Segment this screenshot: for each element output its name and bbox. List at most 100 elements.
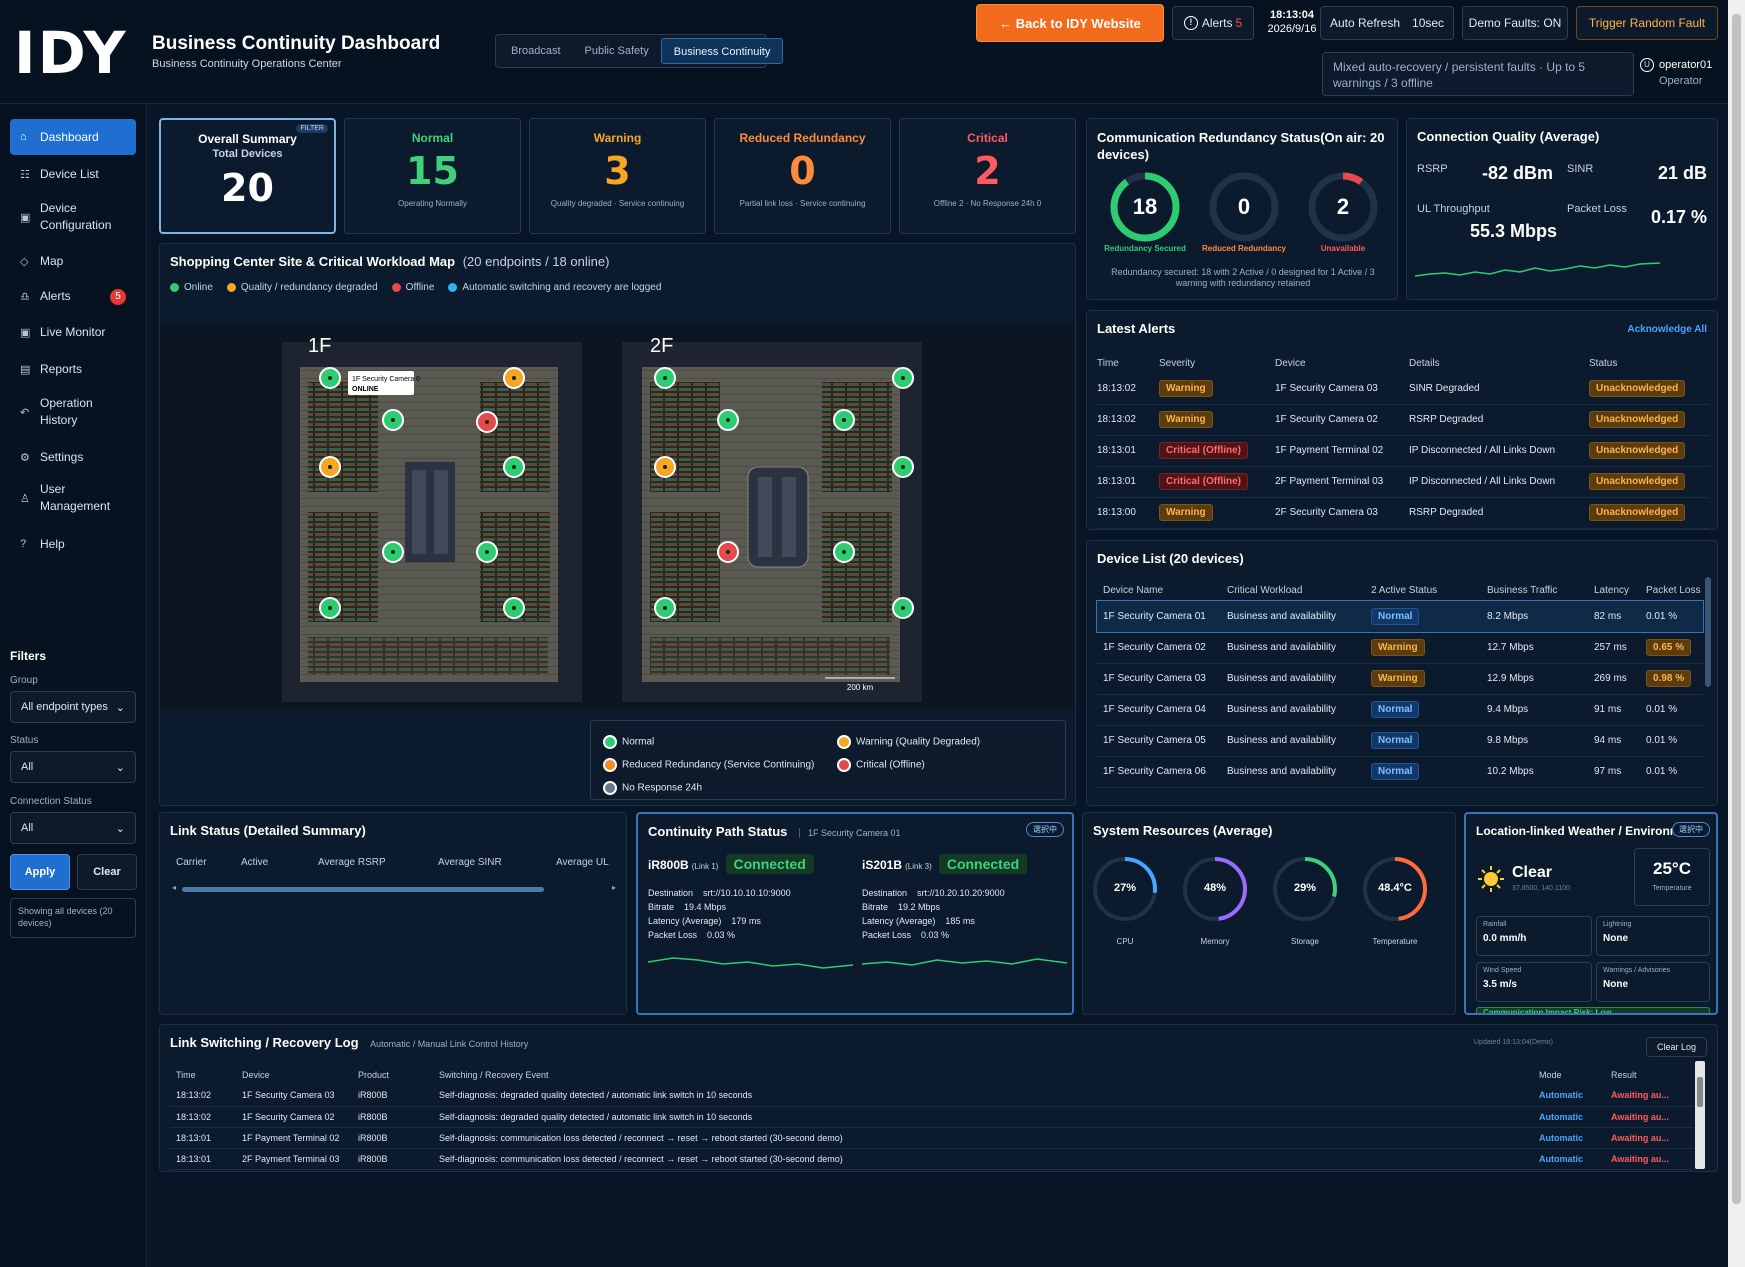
device-row[interactable]: 1F Security Camera 05 Business and availa…	[1097, 725, 1703, 757]
log-row[interactable]: 18:13:02 1F Security Camera 03 iR800B Self-…	[170, 1085, 1694, 1107]
trigger-random-fault-button[interactable]: Trigger Random Fault	[1576, 6, 1718, 40]
sidebar-item-label: Device List	[40, 166, 99, 181]
sidebar-item-help[interactable]: ? Help	[10, 526, 136, 562]
alert-row[interactable]: 18:13:01 Critical (Offline) 1F Payment Ter…	[1097, 435, 1709, 467]
weather-panel: Location-linked Weather / Environment 選択…	[1464, 812, 1718, 1015]
clear-log-button[interactable]: Clear Log	[1645, 1037, 1707, 1057]
warning-card[interactable]: Warning 3 Quality degraded · Service con…	[529, 118, 706, 234]
site-map-panel: Shopping Center Site & Critical Workload…	[159, 243, 1076, 806]
link1-loss-label: Packet Loss	[648, 930, 698, 940]
sidebar-item-settings[interactable]: ⚙ Settings	[10, 439, 136, 475]
critical-title: Critical	[967, 131, 1008, 145]
apply-button[interactable]: Apply	[10, 854, 70, 890]
alert-status[interactable]: Unacknowledged	[1589, 373, 1709, 405]
critical-card[interactable]: Critical 2 Offline 2 · No Response 24h 0	[899, 118, 1076, 234]
sidebar-item-dashboard[interactable]: ⌂ Dashboard	[10, 119, 136, 155]
alerts-icon: ♎	[20, 290, 30, 303]
tooltip-device-name: 1F Security Camera 0	[352, 376, 420, 383]
group-select[interactable]: All endpoint types ⌄	[10, 691, 136, 723]
weather-title: Location-linked Weather / Environment	[1476, 824, 1676, 838]
device-row[interactable]: 1F Security Camera 01 Business and availa…	[1096, 600, 1704, 633]
chevron-down-icon: ⌄	[115, 761, 125, 774]
sidebar-item-device-configuration[interactable]: ▣ Device Configuration	[10, 193, 136, 241]
overall-summary-card[interactable]: FILTER Overall Summary Total Devices 20	[159, 118, 336, 234]
log-scrollbar[interactable]	[1695, 1061, 1705, 1169]
reduced-redundancy-card[interactable]: Reduced Redundancy 0 Partial link loss ·…	[714, 118, 891, 234]
auto-refresh-button[interactable]: Auto Refresh 10sec	[1320, 6, 1454, 40]
log-row[interactable]: 18:13:02 1F Security Camera 02 iR800B Self-…	[170, 1106, 1694, 1128]
device-status: Warning	[1371, 663, 1487, 695]
col-severity: Severity	[1159, 357, 1196, 369]
col-traffic: Business Traffic	[1487, 584, 1558, 596]
log-event: Self-diagnosis: communication loss detec…	[439, 1127, 1539, 1149]
sidebar-item-map[interactable]: ◇ Map	[10, 243, 136, 279]
alert-status[interactable]: Unacknowledged	[1589, 435, 1709, 467]
device-latency: 94 ms	[1594, 725, 1646, 757]
sidebar-item-operation-history[interactable]: ↶ Operation History	[10, 388, 136, 436]
alert-status[interactable]: Unacknowledged	[1589, 404, 1709, 436]
sidebar-item-reports[interactable]: ▤ Reports	[10, 351, 136, 387]
alerts-button[interactable]: ! Alerts 5	[1172, 6, 1254, 40]
auto-refresh-label: Auto Refresh	[1329, 16, 1401, 30]
alert-row[interactable]: 18:13:02 Warning 1F Security Camera 02 RSRP…	[1097, 404, 1709, 436]
alert-device: 1F Security Camera 02	[1275, 404, 1409, 436]
alert-status[interactable]: Unacknowledged	[1589, 466, 1709, 498]
weather-coords: 37.8500, 140.1100	[1512, 885, 1570, 892]
map-legend: Normal Warning (Quality Degraded) Reduce…	[590, 720, 1066, 800]
log-product: iR800B	[358, 1148, 439, 1170]
overall-summary-title: Overall Summary	[198, 132, 297, 146]
alert-row[interactable]: 18:13:02 Warning 1F Security Camera 03 SINR…	[1097, 373, 1709, 405]
col-avg-sinr: Average SINR	[438, 857, 502, 868]
device-row[interactable]: 1F Security Camera 02 Business and availa…	[1097, 632, 1703, 664]
alert-row[interactable]: 18:13:01 Critical (Offline) 2F Payment Ter…	[1097, 466, 1709, 498]
quality-sparkline	[1415, 262, 1661, 277]
temperature-value: 25°C	[1653, 859, 1691, 878]
tab-broadcast[interactable]: Broadcast	[499, 38, 573, 64]
log-device: 1F Payment Terminal 02	[242, 1127, 358, 1149]
device-list-scrollbar[interactable]	[1705, 577, 1711, 687]
alert-status[interactable]: Unacknowledged	[1589, 497, 1709, 529]
legend-no-response: No Response 24h	[603, 781, 702, 795]
device-marker-center	[512, 465, 516, 469]
device-row[interactable]: 1F Security Camera 03 Business and availa…	[1097, 663, 1703, 695]
sidebar-item-device-list[interactable]: ☷ Device List	[10, 156, 136, 192]
page-scrollbar[interactable]	[1728, 0, 1745, 1267]
sidebar-item-alerts[interactable]: ♎ Alerts 5	[10, 278, 136, 314]
connection-status-select[interactable]: All ⌄	[10, 812, 136, 844]
link1-bitrate-label: Bitrate	[648, 902, 675, 912]
alert-time: 18:13:02	[1097, 373, 1159, 405]
link3-loss-label: Packet Loss	[862, 930, 912, 940]
device-row[interactable]: 1F Security Camera 04 Business and availa…	[1097, 694, 1703, 726]
log-result: Awaiting au...	[1611, 1148, 1694, 1170]
cpu-label: CPU	[1116, 937, 1134, 946]
temperature-label: Temperature	[1652, 885, 1692, 892]
tab-business-continuity[interactable]: Business Continuity	[660, 38, 784, 64]
redundancy-note: Redundancy secured: 18 with 2 Active / 0…	[1111, 267, 1375, 288]
device-marker-center	[663, 606, 667, 610]
operator-info[interactable]: U operator01 Operator	[1640, 58, 1730, 87]
device-workload: Business and availability	[1227, 632, 1371, 664]
tab-public-safety[interactable]: Public Safety	[573, 38, 661, 64]
storage-value: 29%	[1293, 882, 1317, 894]
secured-label: Redundancy Secured	[1104, 244, 1186, 253]
link-status-scrollbar[interactable]: ◂ ▸	[172, 883, 616, 895]
legend-logged: Automatic switching and recovery are log…	[448, 282, 661, 293]
acknowledge-all-button[interactable]: Acknowledge All	[1627, 324, 1707, 335]
status-select[interactable]: All ⌄	[10, 751, 136, 783]
log-row[interactable]: 18:13:01 2F Payment Terminal 03 iR800B Self…	[170, 1148, 1694, 1170]
device-row[interactable]: 1F Security Camera 06 Business and availa…	[1097, 756, 1703, 788]
log-row[interactable]: 18:13:01 1F Payment Terminal 02 iR800B Self…	[170, 1127, 1694, 1149]
sidebar-item-live-monitor[interactable]: ▣ Live Monitor	[10, 314, 136, 350]
alert-time: 18:13:00	[1097, 497, 1159, 529]
secured-count: 18	[1132, 194, 1158, 219]
sidebar-item-label: Dashboard	[40, 129, 99, 144]
demo-faults-button[interactable]: Demo Faults: ON	[1462, 6, 1568, 40]
sidebar-item-user-management[interactable]: ♙ User Management	[10, 474, 136, 522]
floor-1-label: 1F	[308, 335, 331, 357]
back-to-website-button[interactable]: ← Back to IDY Website	[976, 4, 1164, 42]
normal-card[interactable]: Normal 15 Operating Normally	[344, 118, 521, 234]
clear-button[interactable]: Clear	[77, 854, 137, 890]
map-canvas[interactable]: 1F 2F 200 km 1F Security Camera 0 ONLINE	[160, 322, 1075, 708]
alert-row[interactable]: 18:13:00 Warning 2F Security Camera 03 RSRP…	[1097, 497, 1709, 529]
floor-1-plan: 1F	[282, 335, 582, 702]
